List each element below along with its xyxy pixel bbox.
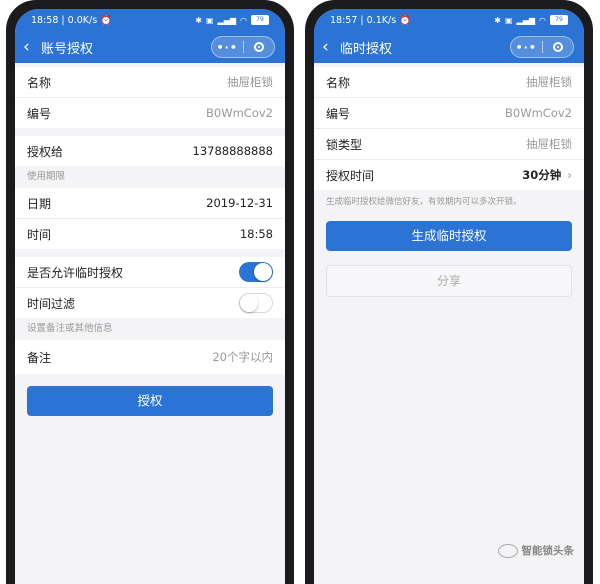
row-value: 抽屉柜锁: [526, 75, 572, 89]
allow-temp-toggle[interactable]: [239, 262, 273, 282]
hd-icon: ▣: [504, 15, 513, 25]
left-phone: 18:58 | 0.0K/s ⏰ ✱ ▣ ▂▄▆ ◠ 79 ‹ 账号授权 •·•: [6, 0, 294, 584]
row-label: 授权给: [27, 144, 64, 159]
status-bar: 18:57 | 0.1K/s ⏰ ✱ ▣ ▂▄▆ ◠ 79: [314, 9, 584, 31]
row-lock-type: 锁类型 抽屉柜锁: [314, 129, 584, 160]
date-value: 2019-12-31: [206, 196, 273, 210]
hd-icon: ▣: [205, 15, 214, 25]
status-time: 18:57: [330, 14, 358, 26]
left-screen: 18:58 | 0.0K/s ⏰ ✱ ▣ ▂▄▆ ◠ 79 ‹ 账号授权 •·•: [15, 9, 285, 584]
row-remark[interactable]: 备注 20个字以内: [15, 340, 285, 374]
row-label: 锁类型: [326, 137, 363, 152]
chevron-right-icon: ›: [567, 168, 572, 182]
row-value: B0WmCov2: [505, 106, 572, 120]
grantee-phone: 13788888888: [192, 144, 273, 158]
row-label: 授权时间: [326, 168, 375, 183]
row-label: 时间过滤: [27, 296, 76, 311]
row-label: 名称: [27, 75, 52, 90]
row-time-filter: 时间过滤: [15, 288, 285, 318]
network-speed: 0.0K/s: [67, 14, 98, 26]
wifi-icon: ◠: [240, 15, 247, 25]
authorize-button[interactable]: 授权: [27, 386, 273, 416]
section-label-remark: 设置备注或其他信息: [15, 318, 285, 340]
right-screen: 18:57 | 0.1K/s ⏰ ✱ ▣ ▂▄▆ ◠ 79 ‹ 临时授权 •·•: [314, 9, 584, 584]
page-title: 账号授权: [41, 41, 94, 57]
bluetooth-icon: ✱: [494, 15, 501, 25]
more-dots-icon[interactable]: •·•: [511, 41, 542, 54]
form-content: 名称 抽屉柜锁 编号 B0WmCov2 授权给 13788888888 使用期限…: [15, 63, 285, 416]
row-grantee[interactable]: 授权给 13788888888: [15, 136, 285, 166]
nav-bar: ‹ 临时授权 •·•: [314, 31, 584, 63]
status-icons: ✱ ▣ ▂▄▆ ◠ 79: [195, 15, 269, 25]
row-label: 时间: [27, 227, 52, 242]
watermark-logo-icon: [497, 543, 518, 558]
watermark: 智能锁头条: [497, 543, 575, 558]
row-value: 抽屉柜锁: [526, 137, 572, 151]
row-time[interactable]: 时间 18:58: [15, 219, 285, 249]
chevron-left-icon[interactable]: ‹: [322, 38, 336, 56]
row-serial: 编号 B0WmCov2: [314, 98, 584, 129]
row-date[interactable]: 日期 2019-12-31: [15, 188, 285, 219]
row-label: 编号: [27, 106, 52, 121]
remark-input[interactable]: 20个字以内: [212, 349, 273, 365]
page-title: 临时授权: [340, 41, 393, 57]
lock-info-group: 名称 抽屉柜锁 编号 B0WmCov2 锁类型 抽屉柜锁 授权时间 30分钟 ›: [314, 67, 584, 190]
help-note: 生成临时授权给微信好友，有效期内可以多次开锁。: [326, 197, 522, 207]
row-label: 编号: [326, 106, 351, 121]
status-info: 18:58 | 0.0K/s ⏰: [31, 14, 113, 26]
lock-info-group: 名称 抽屉柜锁 编号 B0WmCov2: [15, 67, 285, 128]
time-filter-toggle[interactable]: [239, 293, 273, 313]
status-time: 18:58: [31, 14, 59, 26]
row-name: 名称 抽屉柜锁: [15, 67, 285, 98]
bluetooth-icon: ✱: [195, 15, 202, 25]
row-label: 备注: [27, 350, 52, 365]
row-label: 日期: [27, 196, 52, 211]
signal-icon: ▂▄▆: [217, 15, 237, 25]
form-content: 名称 抽屉柜锁 编号 B0WmCov2 锁类型 抽屉柜锁 授权时间 30分钟 › …: [314, 63, 584, 297]
row-name: 名称 抽屉柜锁: [314, 67, 584, 98]
battery-icon: 79: [550, 15, 568, 25]
alarm-icon: ⏰: [399, 14, 412, 26]
row-value: B0WmCov2: [206, 106, 273, 120]
network-speed: 0.1K/s: [366, 14, 397, 26]
generate-temp-auth-button[interactable]: 生成临时授权: [326, 221, 572, 251]
signal-icon: ▂▄▆: [516, 15, 536, 25]
status-info: 18:57 | 0.1K/s ⏰: [330, 14, 412, 26]
alarm-icon: ⏰: [100, 14, 113, 26]
row-allow-temp-auth: 是否允许临时授权: [15, 257, 285, 288]
close-ring-icon[interactable]: [543, 42, 574, 52]
more-dots-icon[interactable]: •·•: [212, 41, 243, 54]
watermark-text: 智能锁头条: [521, 545, 575, 557]
miniprogram-capsule: •·•: [510, 36, 574, 58]
close-ring-icon[interactable]: [244, 42, 275, 52]
right-phone: 18:57 | 0.1K/s ⏰ ✱ ▣ ▂▄▆ ◠ 79 ‹ 临时授权 •·•: [305, 0, 593, 584]
miniprogram-capsule: •·•: [211, 36, 275, 58]
status-icons: ✱ ▣ ▂▄▆ ◠ 79: [494, 15, 568, 25]
wifi-icon: ◠: [539, 15, 546, 25]
row-serial: 编号 B0WmCov2: [15, 98, 285, 128]
chevron-left-icon[interactable]: ‹: [23, 38, 37, 56]
battery-icon: 79: [251, 15, 269, 25]
time-value: 18:58: [239, 227, 273, 241]
row-label: 是否允许临时授权: [27, 265, 124, 280]
duration-value: 30分钟 ›: [522, 168, 572, 182]
section-label-period: 使用期限: [15, 166, 285, 188]
status-bar: 18:58 | 0.0K/s ⏰ ✱ ▣ ▂▄▆ ◠ 79: [15, 9, 285, 31]
row-duration[interactable]: 授权时间 30分钟 ›: [314, 160, 584, 190]
row-value: 抽屉柜锁: [227, 75, 273, 89]
nav-bar: ‹ 账号授权 •·•: [15, 31, 285, 63]
share-button[interactable]: 分享: [326, 265, 572, 297]
row-label: 名称: [326, 75, 351, 90]
